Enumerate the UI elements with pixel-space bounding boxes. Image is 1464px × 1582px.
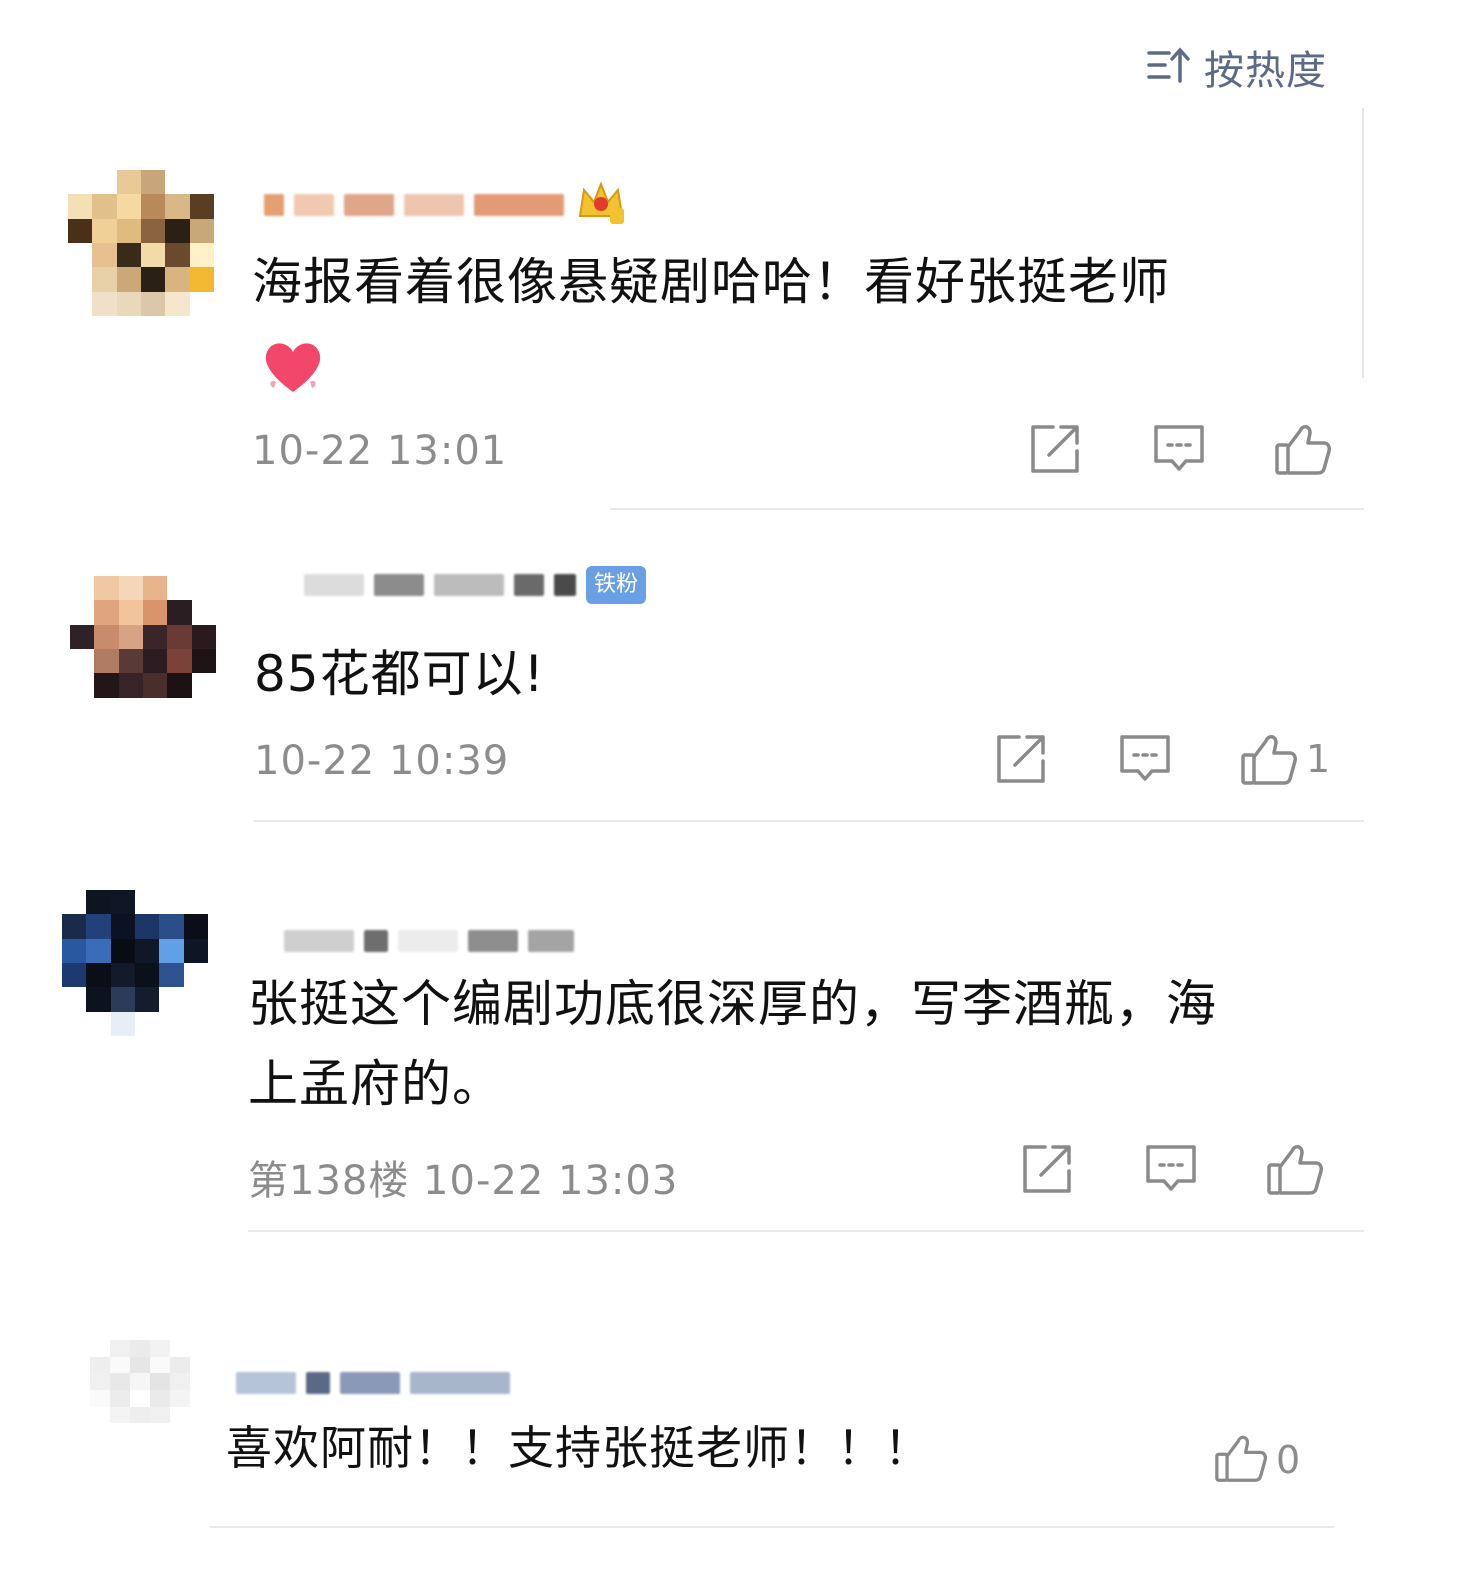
sort-by-heat-button[interactable]: 按热度 xyxy=(1146,38,1327,96)
crown-badge-icon xyxy=(574,176,628,234)
sort-icon xyxy=(1146,45,1190,89)
comment-text: 85花都可以! xyxy=(254,645,545,703)
like-button[interactable]: 0 xyxy=(1214,1432,1300,1488)
divider xyxy=(610,508,1364,510)
comment-actions xyxy=(960,420,1332,478)
share-icon[interactable] xyxy=(1026,420,1084,478)
iron-fan-badge: 铁粉 xyxy=(586,566,647,604)
avatar[interactable] xyxy=(68,170,214,316)
avatar[interactable] xyxy=(62,890,208,1036)
share-icon[interactable] xyxy=(1018,1140,1076,1198)
divider xyxy=(254,820,1364,822)
sort-label: 按热度 xyxy=(1204,48,1327,94)
comment-floor-time: 第138楼 10-22 13:03 xyxy=(248,1158,679,1204)
avatar[interactable] xyxy=(70,576,216,722)
comment-icon[interactable] xyxy=(1142,1140,1200,1198)
username[interactable]: 铁粉 xyxy=(304,556,647,614)
username[interactable] xyxy=(284,912,574,970)
comment-text-line-1: 张挺这个编剧功底很深厚的，写李酒瓶，海 xyxy=(248,975,1217,1033)
share-icon[interactable] xyxy=(992,730,1050,788)
comment-actions xyxy=(952,1140,1324,1198)
thumbs-up-icon[interactable] xyxy=(1266,1140,1324,1198)
scroll-divider xyxy=(1362,108,1364,378)
comment-time: 10-22 10:39 xyxy=(254,738,510,784)
thumbs-up-icon[interactable] xyxy=(1240,730,1298,788)
username[interactable] xyxy=(236,1354,510,1412)
heart-emoji-icon xyxy=(258,330,328,404)
comment-text: 喜欢阿耐！！支持张挺老师！！！ xyxy=(226,1421,931,1475)
comment-icon[interactable] xyxy=(1150,420,1208,478)
comment-actions: 1 xyxy=(926,730,1330,788)
comment-time: 10-22 13:01 xyxy=(252,428,508,474)
avatar[interactable] xyxy=(90,1340,210,1440)
divider xyxy=(248,1230,1364,1232)
thumbs-up-icon[interactable] xyxy=(1274,420,1332,478)
comment-text-line-2: 上孟府的。 xyxy=(248,1055,503,1113)
thumbs-up-icon[interactable] xyxy=(1214,1432,1268,1488)
comment-text: 海报看着很像悬疑剧哈哈！看好张挺老师 xyxy=(252,253,1170,311)
username[interactable] xyxy=(264,176,628,234)
divider xyxy=(210,1526,1334,1528)
like-count: 0 xyxy=(1276,1438,1301,1482)
comment-icon[interactable] xyxy=(1116,730,1174,788)
like-count: 1 xyxy=(1306,737,1331,781)
